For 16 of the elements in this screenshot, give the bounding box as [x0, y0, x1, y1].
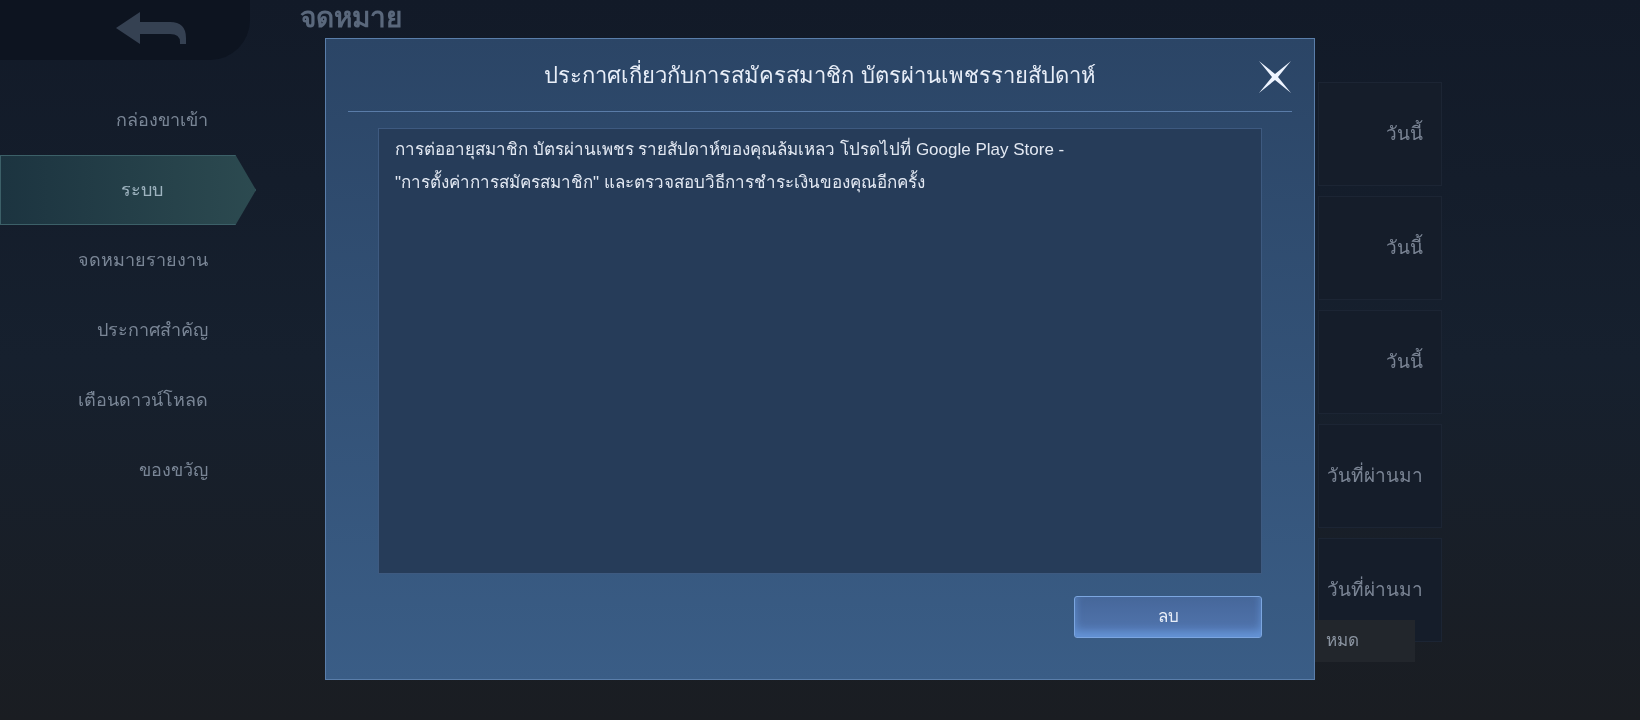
- sidebar-tab[interactable]: จดหมายรายงาน: [0, 240, 208, 280]
- close-icon[interactable]: [1257, 59, 1293, 95]
- mail-card[interactable]: วันนี้: [1318, 196, 1442, 300]
- mail-card[interactable]: วันที่ผ่านมา: [1318, 424, 1442, 528]
- dialog-title: ประกาศเกี่ยวกับการสมัครสมาชิก บัตรผ่านเพชรรายสัปดาห์: [544, 59, 1096, 90]
- mail-card[interactable]: วันนี้: [1318, 82, 1442, 186]
- mail-card[interactable]: วันนี้: [1318, 310, 1442, 414]
- sidebar-tab[interactable]: กล่องขาเข้า: [0, 100, 208, 140]
- page-title: จดหมาย: [300, 1, 403, 35]
- sidebar-tab[interactable]: ระบบ: [0, 155, 256, 225]
- sidebar-tab[interactable]: เตือนดาวน์โหลด: [0, 380, 208, 420]
- delete-button[interactable]: ลบ: [1074, 596, 1262, 638]
- message-line: การต่ออายุสมาชิก บัตรผ่านเพชร รายสัปดาห์ของคุณล้มเหลว โปรดไปที่ Google Play Store -: [395, 137, 1245, 162]
- sidebar-tab[interactable]: ของขวัญ: [0, 450, 208, 490]
- sidebar-tab[interactable]: ประกาศสำคัญ: [0, 310, 208, 350]
- message-line: "การตั้งค่าการสมัครสมาชิก" และตรวจสอบวิธีการชำระเงินของคุณอีกครั้ง: [395, 170, 1245, 195]
